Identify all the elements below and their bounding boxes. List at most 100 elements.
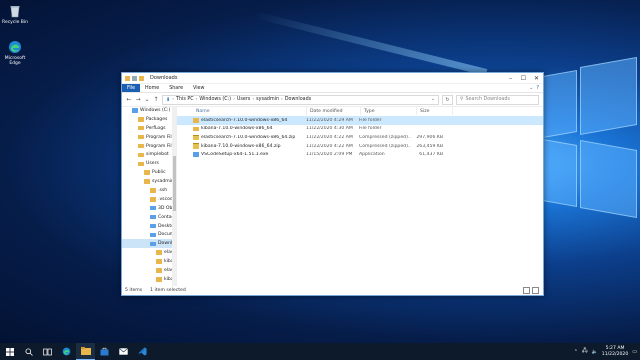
nav-tree-item-label: Users [146, 161, 159, 167]
task-view-icon[interactable] [38, 343, 57, 360]
maximize-button[interactable]: ☐ [517, 73, 530, 83]
nav-tree-item[interactable]: Packages [122, 115, 176, 124]
clock[interactable]: 5:27 AM 11/22/2020 [602, 346, 628, 357]
nav-tree-item[interactable]: elasticsearch [122, 248, 176, 257]
breadcrumb-windows-c[interactable]: Windows (C:) [199, 97, 231, 102]
recycle-bin-icon [8, 4, 22, 18]
file-date-modified: 11/22/2020 4:30 AM [306, 126, 353, 132]
vscode-icon[interactable] [133, 343, 152, 360]
desktop-folder-icon [150, 223, 156, 229]
nav-tree-item[interactable]: sysadmin [122, 177, 176, 186]
window-title: Downloads [150, 75, 178, 81]
column-size[interactable]: Size [417, 107, 453, 115]
file-explorer-icon[interactable] [76, 343, 95, 360]
start-icon[interactable] [0, 343, 19, 360]
close-button[interactable]: ✕ [530, 73, 543, 83]
file-type: Application [359, 152, 385, 158]
desktop-icon-recycle-bin[interactable]: Recycle Bin [0, 4, 30, 25]
file-row[interactable]: VSCodeSetup-x64-1.51.1.exe 11/15/2020 2:0… [177, 150, 543, 159]
clock-time: 5:27 AM [605, 346, 625, 351]
tab-file[interactable]: File [122, 84, 141, 92]
column-type[interactable]: Type [361, 107, 417, 115]
light-beam [252, 11, 488, 76]
nav-tree-item[interactable]: .ssh [122, 186, 176, 195]
edge-label: Microsoft Edge [4, 56, 26, 66]
expand-ribbon-icon[interactable]: ⌄ [529, 85, 533, 91]
nav-tree-item[interactable]: .vscode [122, 195, 176, 204]
back-arrow-icon[interactable]: ← [126, 96, 132, 103]
nav-tree-item[interactable]: Public [122, 168, 176, 177]
column-date-modified[interactable]: Date modified [307, 107, 361, 115]
recent-locations-icon[interactable]: ⌄ [144, 96, 150, 103]
nav-tree-item-label: Public [152, 170, 166, 176]
large-icons-view-icon[interactable] [532, 287, 539, 294]
nav-tree-item[interactable]: Desktop [122, 222, 176, 231]
nav-tree-item[interactable]: elasticsearch [122, 266, 176, 275]
breadcrumb-separator-icon: › [233, 97, 235, 102]
nav-tree-item[interactable]: Program Files [122, 133, 176, 142]
nav-tree-item[interactable]: kibana-7.1 [122, 275, 176, 284]
nav-tree-item[interactable]: Downloads [122, 239, 176, 249]
help-icon[interactable]: ? [536, 85, 539, 91]
folder-icon [138, 125, 144, 131]
breadcrumb-this-pc[interactable]: This PC [176, 97, 194, 102]
tab-view[interactable]: View [188, 84, 209, 92]
store-icon[interactable] [95, 343, 114, 360]
refresh-icon[interactable]: ↻ [442, 94, 453, 105]
file-row[interactable]: elasticsearch-7.10.0-windows-x86_64.zip 1… [177, 133, 543, 142]
new-folder-icon[interactable] [139, 75, 144, 81]
column-name[interactable]: Name [193, 107, 307, 115]
nav-tree-item[interactable]: Users [122, 159, 176, 168]
network-icon[interactable]: 🖧 [582, 348, 588, 356]
folder-icon [150, 197, 156, 202]
nav-tree-item[interactable]: PerfLogs [122, 124, 176, 133]
contacts-icon [150, 214, 156, 220]
nav-tree-item[interactable]: 3D Objects [122, 204, 176, 213]
tab-share[interactable]: Share [164, 84, 188, 92]
up-arrow-icon[interactable]: ↑ [153, 96, 159, 103]
nav-tree-item[interactable]: kibana-7.1 [122, 257, 176, 266]
nav-tree-item[interactable]: Program Files [122, 142, 176, 151]
mail-icon[interactable] [114, 343, 133, 360]
nav-tree-item[interactable]: simplebot [122, 150, 176, 159]
zip-icon [193, 134, 199, 141]
address-bar[interactable]: ⬇ › This PC › Windows (C:) › Users › sys… [162, 94, 439, 105]
file-row[interactable]: kibana-7.10.0-windows-x86_64.zip 11/22/20… [177, 142, 543, 151]
desktop-icon-edge[interactable]: Microsoft Edge [0, 40, 30, 66]
file-row[interactable]: kibana-7.10.0-windows-x86_64 11/22/2020 4… [177, 125, 543, 134]
notifications-icon[interactable]: ▭ [632, 349, 637, 355]
file-type: Compressed (zipped)... [359, 143, 411, 149]
breadcrumb-downloads[interactable]: Downloads [285, 97, 311, 102]
file-size: 263,459 KB [416, 143, 443, 149]
navigation-pane-scrollbar[interactable] [172, 106, 176, 286]
forward-arrow-icon[interactable]: → [135, 96, 141, 103]
nav-tree-item-label: Windows (C:) [140, 107, 171, 113]
drive-icon [132, 108, 138, 113]
details-view-icon[interactable] [523, 287, 530, 294]
scrollbar-thumb[interactable] [172, 156, 176, 211]
search-input[interactable]: ⚲ Search Downloads [456, 94, 539, 105]
breadcrumb-users[interactable]: Users [237, 97, 250, 102]
show-hidden-icons-icon[interactable]: ⌃ [574, 349, 578, 355]
item-count: 5 items [125, 288, 143, 293]
edge-icon[interactable] [57, 343, 76, 360]
folder-icon [144, 170, 150, 175]
nav-tree-item[interactable]: Windows (C:) [122, 106, 176, 115]
folder-icon [138, 143, 144, 149]
nav-tree-item[interactable]: Contacts [122, 213, 176, 222]
folder-icon [138, 117, 144, 122]
downloads-icon [150, 241, 156, 247]
file-list: Name Date modified Type Size elasticsear… [177, 106, 543, 286]
properties-icon[interactable] [132, 75, 137, 81]
file-row[interactable]: elasticsearch-7.10.0-windows-x86_64 11/22… [177, 116, 543, 125]
folder-icon [144, 179, 150, 184]
address-dropdown-icon[interactable]: ⌄ [431, 97, 435, 102]
breadcrumb-sysadmin[interactable]: sysadmin [256, 97, 279, 102]
folder-icon [156, 268, 162, 273]
vscode-setup-icon [193, 152, 199, 157]
tab-home[interactable]: Home [140, 84, 164, 92]
volume-icon[interactable]: 🔈 [592, 349, 598, 355]
search-icon[interactable] [19, 343, 38, 360]
nav-tree-item[interactable]: Documents [122, 230, 176, 239]
minimize-button[interactable]: – [504, 73, 517, 83]
